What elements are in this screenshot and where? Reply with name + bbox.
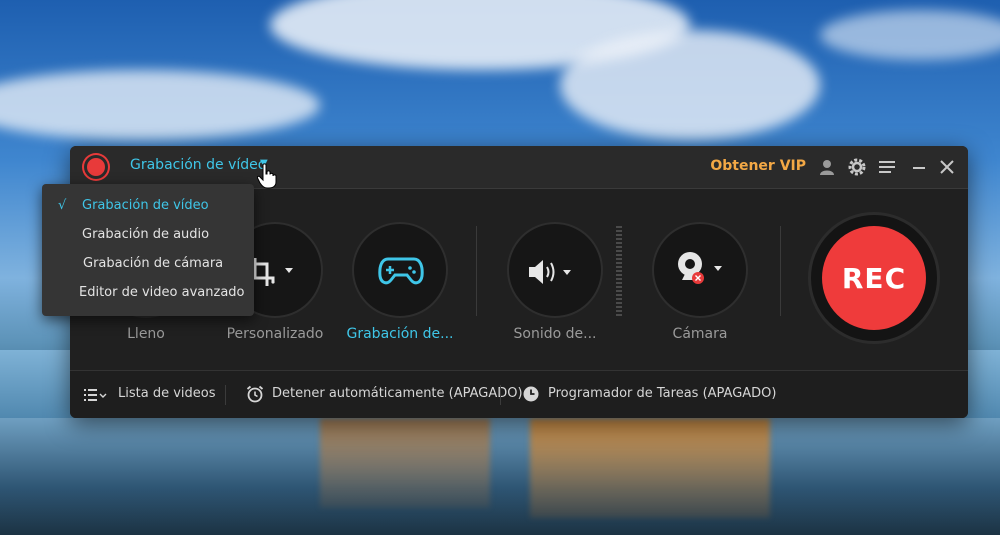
rock-reflection bbox=[530, 418, 770, 518]
divider bbox=[225, 385, 226, 405]
dropdown-item-camera[interactable]: Grabación de cámara bbox=[42, 250, 254, 279]
dropdown-item-editor[interactable]: Editor de video avanzado bbox=[42, 279, 254, 308]
menu-icon[interactable] bbox=[876, 156, 898, 178]
alarm-clock-icon[interactable] bbox=[246, 385, 264, 403]
speaker-icon bbox=[527, 258, 581, 286]
hand-cursor-icon bbox=[257, 163, 277, 189]
dropdown-item-label: Grabación de cámara bbox=[83, 256, 224, 271]
camera-label: Cámara bbox=[672, 326, 728, 342]
auto-stop-button[interactable]: Detener automáticamente (APAGADO) bbox=[272, 386, 523, 401]
check-icon: √ bbox=[58, 198, 67, 213]
title-bar: Grabación de vídeo ▼ Obtener VIP bbox=[70, 146, 968, 189]
divider bbox=[780, 226, 781, 316]
divider bbox=[476, 226, 477, 316]
webcam-icon bbox=[676, 250, 726, 290]
minimize-icon[interactable] bbox=[908, 156, 930, 178]
dropdown-item-label: Editor de video avanzado bbox=[79, 285, 245, 300]
camera-button[interactable] bbox=[652, 222, 748, 318]
bottom-bar: Lista de videos Detener automáticamente … bbox=[70, 370, 968, 418]
get-vip-link[interactable]: Obtener VIP bbox=[710, 158, 806, 174]
record-logo-icon bbox=[84, 155, 108, 179]
dropdown-item-video[interactable]: √ Grabación de vídeo bbox=[42, 192, 254, 221]
task-scheduler-button[interactable]: Programador de Tareas (APAGADO) bbox=[548, 386, 776, 401]
rock-reflection bbox=[320, 418, 490, 508]
cloud bbox=[0, 70, 320, 140]
rec-button[interactable]: REC bbox=[822, 226, 926, 330]
account-icon[interactable] bbox=[816, 156, 838, 178]
mode-selector[interactable]: Grabación de vídeo bbox=[130, 157, 266, 173]
close-icon[interactable] bbox=[936, 156, 958, 178]
beach bbox=[0, 418, 1000, 535]
list-icon[interactable] bbox=[84, 387, 108, 403]
video-list-button[interactable]: Lista de videos bbox=[118, 386, 216, 401]
clock-icon[interactable] bbox=[522, 385, 540, 403]
cloud bbox=[560, 30, 820, 140]
cloud bbox=[820, 10, 1000, 60]
crop-icon bbox=[251, 256, 299, 286]
game-recording-button[interactable] bbox=[352, 222, 448, 318]
divider bbox=[500, 385, 501, 405]
sound-button[interactable] bbox=[507, 222, 603, 318]
sound-label: Sonido de... bbox=[513, 326, 597, 342]
audio-level-meter bbox=[616, 226, 622, 316]
dropdown-item-audio[interactable]: Grabación de audio bbox=[42, 221, 254, 250]
gear-icon[interactable] bbox=[846, 156, 868, 178]
mode-dropdown-menu: √ Grabación de vídeo Grabación de audio … bbox=[42, 184, 254, 316]
gamepad-icon bbox=[378, 256, 424, 286]
game-recording-label: Grabación de... bbox=[346, 326, 454, 342]
dropdown-item-label: Grabación de audio bbox=[82, 227, 210, 242]
dropdown-item-label: Grabación de vídeo bbox=[82, 198, 209, 213]
